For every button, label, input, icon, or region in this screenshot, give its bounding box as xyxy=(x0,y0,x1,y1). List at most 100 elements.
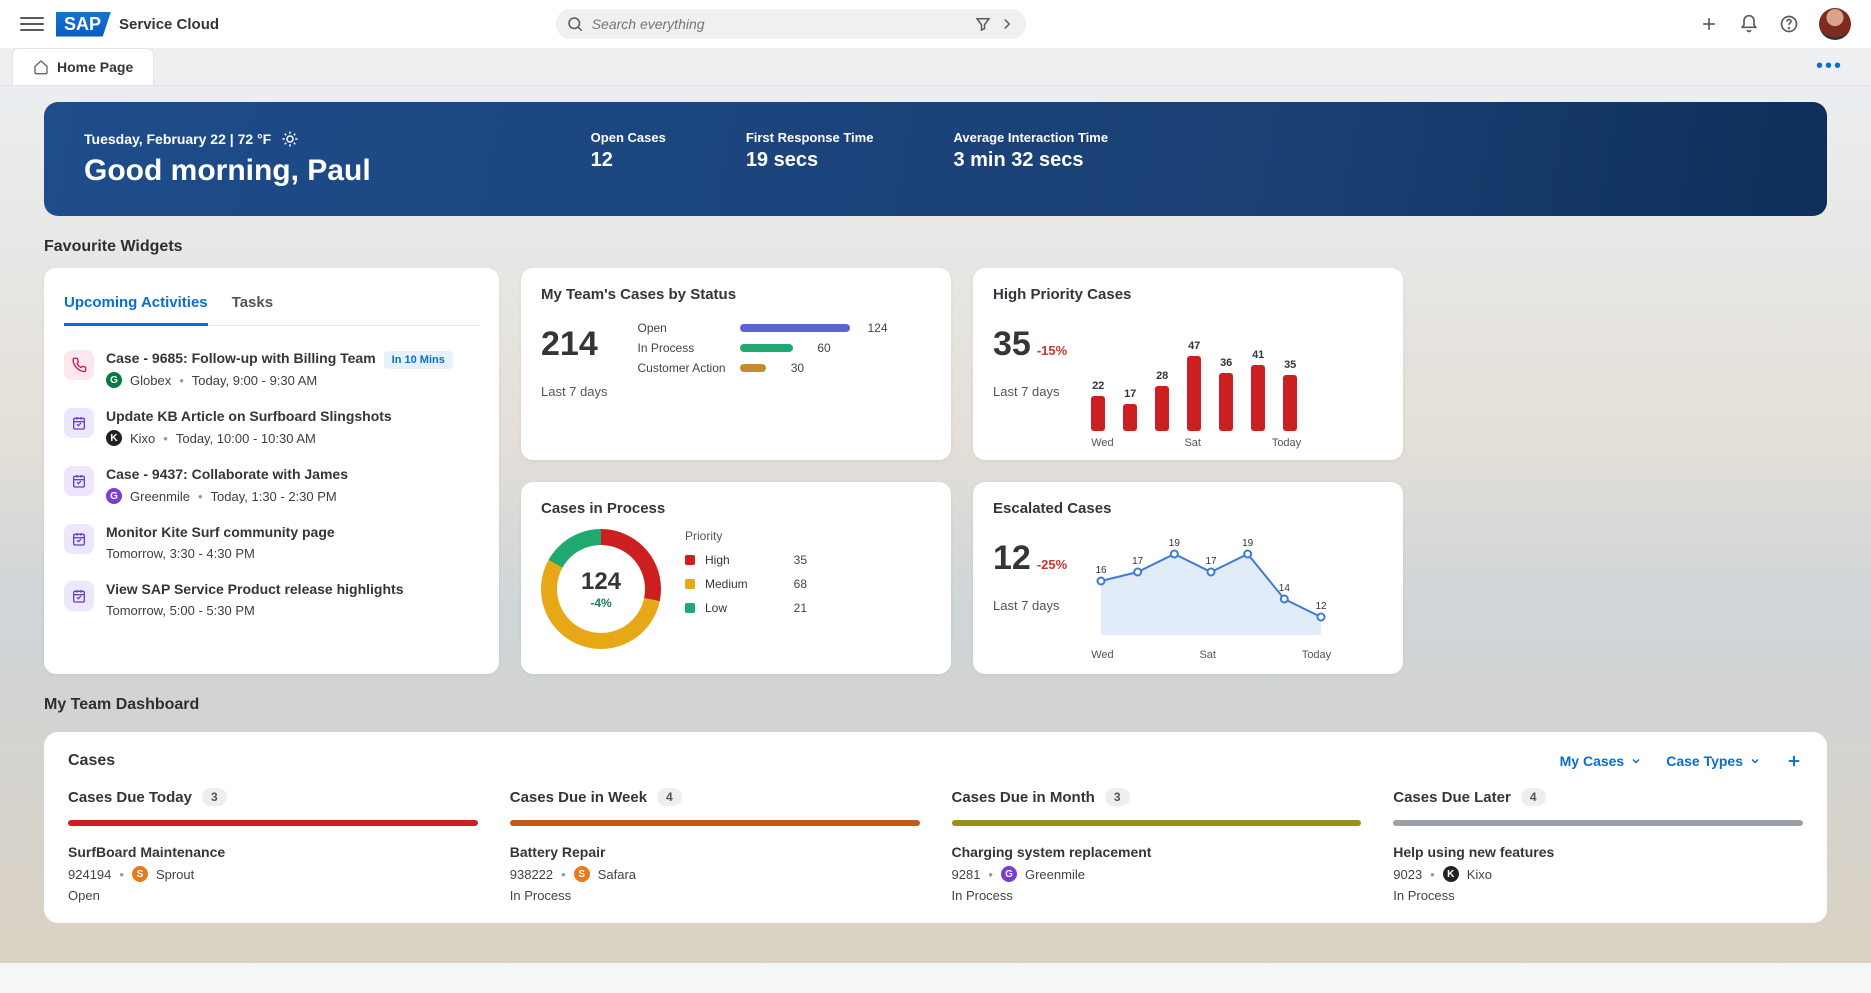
case-column: Cases Due Today3 SurfBoard Maintenance 9… xyxy=(68,788,478,903)
filter-icon[interactable] xyxy=(974,15,992,33)
page-content: Tuesday, February 22 | 72 °F Good mornin… xyxy=(0,86,1871,963)
company-dot: K xyxy=(1443,866,1459,882)
clipboard-icon xyxy=(64,524,94,554)
company-dot: G xyxy=(106,372,122,388)
add-case-icon[interactable] xyxy=(1785,752,1803,770)
tab-home[interactable]: Home Page xyxy=(12,48,154,85)
count-badge: 3 xyxy=(1105,788,1130,806)
chevron-right-icon[interactable] xyxy=(998,15,1016,33)
company-dot: S xyxy=(132,866,148,882)
search-bar[interactable] xyxy=(556,9,1026,39)
activity-item[interactable]: Monitor Kite Surf community page Tomorro… xyxy=(64,514,479,571)
widget-high-priority-cases: High Priority Cases 35 -15% Last 7 days … xyxy=(973,268,1403,460)
donut-chart: 124 -4% xyxy=(541,529,661,649)
status-bar-row: Open 124 xyxy=(638,321,932,335)
phone-icon xyxy=(64,350,94,380)
clipboard-icon xyxy=(64,466,94,496)
activity-title: Case - 9685: Follow-up with Billing Team xyxy=(106,350,376,366)
activity-time: Today, 1:30 - 2:30 PM xyxy=(211,489,337,504)
tab-tasks[interactable]: Tasks xyxy=(232,286,273,325)
clipboard-icon xyxy=(64,581,94,611)
widget-escalated-cases: Escalated Cases 12 -25% Last 7 days 1617… xyxy=(973,482,1403,674)
case-column: Cases Due in Week4 Battery Repair 938222… xyxy=(510,788,920,903)
bell-icon[interactable] xyxy=(1739,14,1759,34)
activity-title: Case - 9437: Collaborate with James xyxy=(106,466,348,482)
company-dot: G xyxy=(106,488,122,504)
activity-item[interactable]: Update KB Article on Surfboard Slingshot… xyxy=(64,398,479,456)
activity-time: Today, 9:00 - 9:30 AM xyxy=(192,373,318,388)
home-icon xyxy=(33,59,49,75)
topbar: SAP Service Cloud xyxy=(0,0,1871,48)
chevron-down-icon xyxy=(1630,755,1642,767)
hero-stat-first-response: First Response Time 19 secs xyxy=(746,130,874,172)
sun-icon xyxy=(281,130,299,148)
line-chart: 16 17 19 17 19 14 12 xyxy=(1091,535,1331,645)
avatar[interactable] xyxy=(1819,8,1851,40)
bar-chart: 22172847364135 xyxy=(1091,321,1301,431)
svg-text:19: 19 xyxy=(1242,538,1254,549)
activity-item[interactable]: Case - 9437: Collaborate with James GGre… xyxy=(64,456,479,514)
case-item[interactable]: Battery Repair 938222•SSafara In Process xyxy=(510,844,920,903)
tab-overflow-icon[interactable]: ••• xyxy=(1816,55,1859,78)
tab-label: Home Page xyxy=(57,59,133,75)
activity-time: Tomorrow, 5:00 - 5:30 PM xyxy=(106,603,255,618)
hero-stat-avg-interaction: Average Interaction Time 3 min 32 secs xyxy=(953,130,1108,172)
search-input[interactable] xyxy=(592,16,968,32)
company-dot: K xyxy=(106,430,122,446)
activity-item[interactable]: View SAP Service Product release highlig… xyxy=(64,571,479,628)
svg-text:17: 17 xyxy=(1206,556,1218,567)
plus-icon[interactable] xyxy=(1699,14,1719,34)
tabbar: Home Page ••• xyxy=(0,48,1871,86)
section-favourite-widgets: Favourite Widgets xyxy=(44,238,1827,256)
card-title: Escalated Cases xyxy=(993,500,1383,517)
hero-stat-open-cases: Open Cases 12 xyxy=(591,130,666,172)
svg-text:16: 16 xyxy=(1096,565,1108,576)
activity-time: Tomorrow, 3:30 - 4:30 PM xyxy=(106,546,255,561)
search-icon xyxy=(566,15,584,33)
svg-text:12: 12 xyxy=(1316,601,1328,612)
legend-row: Low21 xyxy=(685,601,807,615)
svg-text:19: 19 xyxy=(1169,538,1181,549)
widget-upcoming-activities: Upcoming Activities Tasks Case - 9685: F… xyxy=(44,268,499,674)
chevron-down-icon xyxy=(1749,755,1761,767)
widget-cases-in-process: Cases in Process 124 -4% Priority High35… xyxy=(521,482,951,674)
case-item[interactable]: SurfBoard Maintenance 924194•SSprout Ope… xyxy=(68,844,478,903)
status-bar-row: Customer Action 30 xyxy=(638,361,932,375)
legend-row: High35 xyxy=(685,553,807,567)
sap-logo: SAP xyxy=(56,12,111,37)
case-column: Cases Due Later4 Help using new features… xyxy=(1393,788,1803,903)
dropdown-my-cases[interactable]: My Cases xyxy=(1560,753,1643,769)
cases-title: Cases xyxy=(68,752,115,770)
cases-by-status-total: 214 xyxy=(541,325,608,364)
help-icon[interactable] xyxy=(1779,14,1799,34)
company-dot: G xyxy=(1001,866,1017,882)
svg-text:17: 17 xyxy=(1132,556,1144,567)
dropdown-case-types[interactable]: Case Types xyxy=(1666,753,1761,769)
case-item[interactable]: Help using new features 9023•KKixo In Pr… xyxy=(1393,844,1803,903)
time-badge: In 10 Mins xyxy=(384,351,453,369)
legend-row: Medium68 xyxy=(685,577,807,591)
card-title: Cases in Process xyxy=(541,500,931,517)
count-badge: 3 xyxy=(202,788,227,806)
cases-by-status-period: Last 7 days xyxy=(541,384,608,399)
count-badge: 4 xyxy=(1521,788,1546,806)
widget-cases-by-status: My Team's Cases by Status 214 Last 7 day… xyxy=(521,268,951,460)
case-item[interactable]: Charging system replacement 9281•GGreenm… xyxy=(952,844,1362,903)
company-dot: S xyxy=(574,866,590,882)
count-badge: 4 xyxy=(657,788,682,806)
topbar-actions xyxy=(1699,8,1851,40)
hero-greeting: Good morning, Paul xyxy=(84,154,371,188)
clipboard-icon xyxy=(64,408,94,438)
status-bar-row: In Process 60 xyxy=(638,341,932,355)
activity-title: Update KB Article on Surfboard Slingshot… xyxy=(106,408,392,424)
tab-upcoming-activities[interactable]: Upcoming Activities xyxy=(64,286,208,326)
activity-item[interactable]: Case - 9685: Follow-up with Billing Team… xyxy=(64,340,479,398)
section-team-dashboard: My Team Dashboard xyxy=(44,696,1827,714)
team-dashboard: Cases My Cases Case Types Cases Due Toda… xyxy=(44,732,1827,923)
card-title: High Priority Cases xyxy=(993,286,1383,303)
activity-time: Today, 10:00 - 10:30 AM xyxy=(176,431,316,446)
menu-icon[interactable] xyxy=(20,12,44,36)
svg-text:14: 14 xyxy=(1279,583,1291,594)
case-column: Cases Due in Month3 Charging system repl… xyxy=(952,788,1362,903)
activity-title: Monitor Kite Surf community page xyxy=(106,524,335,540)
